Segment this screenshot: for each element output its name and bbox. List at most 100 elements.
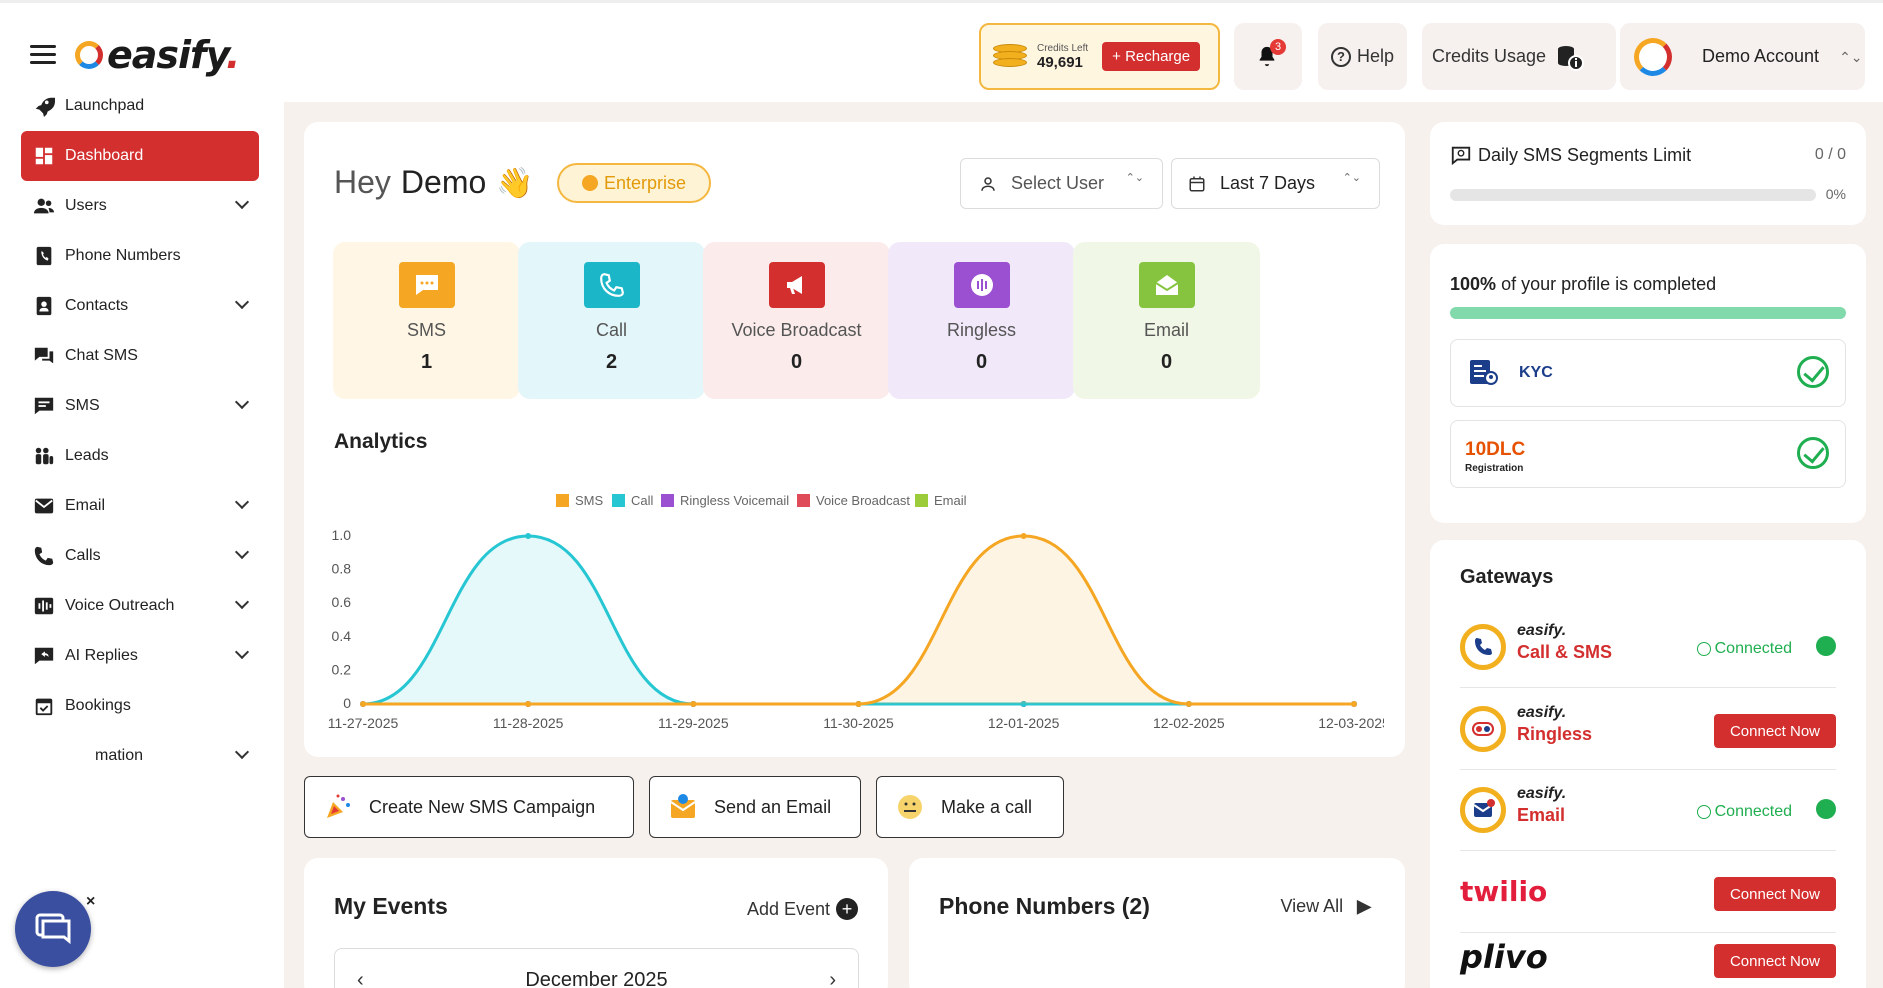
account-chevron-icon: ⌃⌄ bbox=[1839, 48, 1863, 65]
overview-card: Hey Demo 👋 Enterprise Select User ⌃⌄ Last … bbox=[304, 122, 1405, 757]
kyc-item[interactable]: KYC bbox=[1450, 339, 1846, 407]
chevron-down-icon[interactable] bbox=[234, 644, 250, 660]
credits-widget: Credits Left 49,691 + Recharge bbox=[979, 23, 1220, 90]
date-range-dropdown[interactable]: Last 7 Days ⌃⌄ bbox=[1171, 158, 1380, 209]
connect-now-button[interactable]: Connect Now bbox=[1714, 714, 1836, 748]
twilio-logo: twilio bbox=[1460, 875, 1548, 908]
make-call-button[interactable]: Make a call bbox=[876, 776, 1064, 838]
connect-now-button[interactable]: Connect Now bbox=[1714, 877, 1836, 911]
legend-label: Ringless Voicemail bbox=[680, 493, 789, 508]
calendar-month-label: December 2025 bbox=[525, 969, 668, 988]
my-events-card: My Events Add Event + ‹ December 2025 › bbox=[304, 858, 888, 988]
sidebar-item-bookings[interactable]: Bookings bbox=[21, 681, 259, 731]
10dlc-item[interactable]: 10DLC Registration bbox=[1450, 420, 1846, 488]
chevron-down-icon[interactable] bbox=[234, 394, 250, 410]
gateway-row-email: easify. Email Connected bbox=[1460, 771, 1836, 851]
chevron-down-icon[interactable] bbox=[234, 494, 250, 510]
stat-card-ringless[interactable]: Ringless 0 bbox=[888, 242, 1075, 399]
sidebar-item-ai-replies[interactable]: AI Replies bbox=[21, 631, 259, 681]
chevron-down-icon[interactable] bbox=[234, 194, 250, 210]
chat-widget-button[interactable] bbox=[15, 891, 91, 967]
user-name: Demo bbox=[400, 164, 487, 200]
help-icon: ? bbox=[1330, 46, 1351, 67]
sidebar-item-chat-sms[interactable]: Chat SMS bbox=[21, 331, 259, 381]
sidebar-item-calls[interactable]: Calls bbox=[21, 531, 259, 581]
chevron-down-icon[interactable] bbox=[234, 594, 250, 610]
profile-completion-text: 100% of your profile is completed bbox=[1450, 274, 1717, 294]
account-menu[interactable]: Demo Account ⌃⌄ bbox=[1620, 23, 1865, 90]
notifications-button[interactable]: 3 bbox=[1234, 23, 1302, 90]
sidebar-item-contacts[interactable]: Contacts bbox=[21, 281, 259, 331]
sidebar-item-automation[interactable]: mation bbox=[21, 731, 259, 781]
greeting: Hey Demo 👋 bbox=[334, 164, 534, 200]
next-month-icon[interactable]: › bbox=[829, 969, 836, 988]
help-button[interactable]: ? Help bbox=[1318, 23, 1407, 90]
call-emoji-icon bbox=[898, 795, 922, 819]
sms-limit-count: 0 / 0 bbox=[1814, 146, 1846, 163]
stat-card-email[interactable]: Email 0 bbox=[1073, 242, 1260, 399]
sidebar-item-phone-numbers[interactable]: Phone Numbers bbox=[21, 231, 259, 281]
stat-card-call[interactable]: Call 2 bbox=[518, 242, 705, 399]
credits-usage-label: Credits Usage bbox=[1432, 46, 1547, 66]
calendar-icon bbox=[1189, 176, 1205, 191]
easify-logo[interactable]: easify. bbox=[75, 33, 240, 77]
sidebar-item-users[interactable]: Users bbox=[21, 181, 259, 231]
ringless-icon bbox=[953, 262, 1010, 308]
easify-ringless-logo-icon bbox=[1460, 706, 1506, 752]
y-tick-label: 0.2 bbox=[332, 661, 352, 677]
x-tick-label: 11-27-2025 bbox=[328, 715, 399, 731]
chevron-down-icon[interactable] bbox=[234, 744, 250, 760]
sidebar-item-leads[interactable]: Leads bbox=[21, 431, 259, 481]
10dlc-label: 10DLC bbox=[1465, 439, 1526, 460]
easify-email-logo-icon bbox=[1460, 787, 1506, 833]
profile-progress-fill bbox=[1450, 307, 1846, 319]
sidebar-item-sms[interactable]: SMS bbox=[21, 381, 259, 431]
chevron-down-icon[interactable] bbox=[234, 294, 250, 310]
x-tick-label: 12-01-2025 bbox=[988, 715, 1060, 731]
leads-icon bbox=[35, 447, 54, 465]
hamburger-menu-icon[interactable] bbox=[30, 45, 56, 65]
chat-close-icon[interactable]: × bbox=[86, 893, 95, 911]
recharge-button[interactable]: + Recharge bbox=[1102, 42, 1201, 71]
y-tick-label: 0.4 bbox=[332, 628, 352, 644]
help-label: Help bbox=[1356, 46, 1395, 66]
sidebar-item-launchpad[interactable]: Launchpad bbox=[21, 81, 259, 131]
top-header: easify. Credits Left 49,691 + Recharge 3… bbox=[0, 0, 1883, 102]
gear-icon[interactable] bbox=[1816, 636, 1836, 656]
select-user-dropdown[interactable]: Select User ⌃⌄ bbox=[960, 158, 1163, 209]
legend-swatch bbox=[612, 494, 625, 507]
sidebar-item-email[interactable]: Email bbox=[21, 481, 259, 531]
y-tick-label: 1.0 bbox=[332, 527, 352, 543]
x-tick-label: 11-30-2025 bbox=[823, 715, 894, 731]
y-tick-label: 0 bbox=[343, 695, 351, 711]
data-point bbox=[1020, 533, 1027, 539]
x-tick-label: 11-29-2025 bbox=[658, 715, 729, 731]
stat-card-sms[interactable]: SMS 1 bbox=[333, 242, 520, 399]
create-sms-campaign-button[interactable]: Create New SMS Campaign bbox=[304, 776, 634, 838]
sms-stat-icon bbox=[398, 262, 455, 308]
calendar-widget: ‹ December 2025 › bbox=[334, 948, 859, 988]
send-email-button[interactable]: Send an Email bbox=[649, 776, 861, 838]
legend-swatch bbox=[915, 494, 928, 507]
party-popper-icon bbox=[327, 794, 350, 818]
add-event-button[interactable]: Add Event + bbox=[747, 898, 858, 920]
data-point bbox=[525, 533, 532, 539]
view-all-link[interactable]: View All ▶ bbox=[1280, 896, 1371, 917]
sidebar: Launchpad Dashboard Users Phone Numbers … bbox=[0, 97, 284, 988]
stat-card-voice-broadcast[interactable]: Voice Broadcast 0 bbox=[703, 242, 890, 399]
check-icon bbox=[1696, 642, 1711, 656]
sidebar-item-voice-outreach[interactable]: Voice Outreach bbox=[21, 581, 259, 631]
connect-now-button[interactable]: Connect Now bbox=[1714, 944, 1836, 978]
analytics-title: Analytics bbox=[334, 430, 428, 453]
gateway-row-plivo: plivo Connect Now bbox=[1460, 920, 1836, 988]
gear-icon[interactable] bbox=[1816, 799, 1836, 819]
envelope-icon bbox=[34, 498, 54, 514]
sidebar-item-dashboard[interactable]: Dashboard bbox=[21, 131, 259, 181]
y-tick-label: 0.8 bbox=[332, 561, 352, 577]
data-point bbox=[855, 701, 862, 707]
kyc-document-icon bbox=[1470, 360, 1498, 385]
credits-usage-button[interactable]: Credits Usage bbox=[1422, 23, 1616, 90]
legend-label: Voice Broadcast bbox=[816, 493, 910, 508]
x-tick-label: 12-03-2025 bbox=[1318, 715, 1384, 731]
chevron-down-icon[interactable] bbox=[234, 544, 250, 560]
